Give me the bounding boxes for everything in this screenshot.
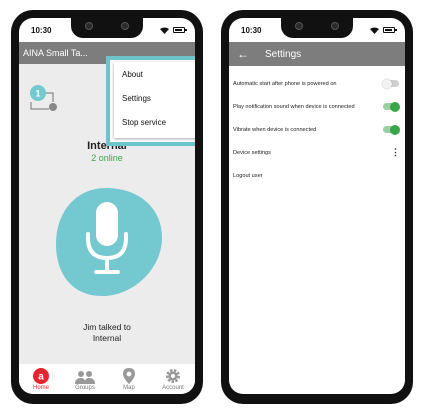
nav-home[interactable]: a Home bbox=[23, 368, 59, 391]
nav-map-label: Map bbox=[123, 385, 135, 391]
status-time: 10:30 bbox=[241, 25, 262, 35]
nav-account-label: Account bbox=[162, 385, 184, 391]
nav-map[interactable]: Map bbox=[111, 368, 147, 391]
last-talk-line: Jim talked to bbox=[83, 322, 131, 332]
notification-sound-toggle[interactable] bbox=[383, 101, 400, 112]
battery-icon bbox=[173, 27, 187, 33]
last-talk-channel: Internal bbox=[92, 333, 122, 343]
overflow-menu: About Settings Stop service bbox=[114, 62, 195, 138]
svg-text:1: 1 bbox=[35, 89, 40, 99]
channel-sync-icon[interactable]: 1 bbox=[29, 84, 59, 112]
menu-item-settings[interactable]: Settings bbox=[114, 86, 195, 110]
status-time: 10:30 bbox=[31, 25, 52, 35]
nav-groups-label: Groups bbox=[75, 385, 95, 391]
setting-notification-sound[interactable]: Play notification sound when device is c… bbox=[229, 95, 405, 118]
setting-label: Logout user bbox=[233, 172, 263, 179]
last-talk-info: Jim talked to Internal bbox=[19, 322, 195, 344]
groups-icon bbox=[75, 371, 95, 384]
settings-app-bar: ← Settings bbox=[229, 42, 405, 66]
vibrate-toggle[interactable] bbox=[383, 124, 400, 135]
auto-start-toggle[interactable] bbox=[382, 78, 399, 89]
camera-icon bbox=[121, 22, 129, 30]
battery-icon bbox=[383, 27, 397, 33]
bottom-navigation: a Home Groups Map Account bbox=[19, 364, 195, 394]
menu-item-about[interactable]: About bbox=[114, 62, 195, 86]
setting-device-settings[interactable]: Device settings ⋮ bbox=[229, 141, 405, 164]
map-pin-icon bbox=[123, 368, 135, 384]
menu-item-stop-service[interactable]: Stop service bbox=[114, 110, 195, 134]
gear-icon bbox=[166, 369, 180, 383]
camera-notch bbox=[281, 16, 353, 38]
setting-label: Play notification sound when device is c… bbox=[233, 103, 355, 110]
home-screen: 10:30 AINA Small Ta... 1 Internal 2 onli… bbox=[19, 18, 195, 394]
back-arrow-icon[interactable]: ← bbox=[237, 47, 259, 61]
phone-settings: 10:30 ← Settings Automatic start after p… bbox=[221, 10, 413, 404]
nav-home-label: Home bbox=[32, 385, 49, 391]
nav-account[interactable]: Account bbox=[155, 368, 191, 391]
online-count: 2 online bbox=[91, 153, 123, 163]
wifi-icon bbox=[370, 27, 379, 34]
more-vert-icon[interactable]: ⋮ bbox=[391, 148, 400, 157]
setting-label: Vibrate when device is connected bbox=[233, 126, 317, 133]
camera-icon bbox=[331, 22, 339, 30]
settings-list: Automatic start after phone is powered o… bbox=[229, 66, 405, 187]
page-title: Settings bbox=[265, 48, 302, 60]
camera-notch bbox=[71, 16, 143, 38]
settings-screen: 10:30 ← Settings Automatic start after p… bbox=[229, 18, 405, 394]
svg-text:a: a bbox=[38, 372, 44, 383]
setting-label: Automatic start after phone is powered o… bbox=[233, 80, 337, 87]
camera-icon bbox=[85, 22, 93, 30]
push-to-talk-button[interactable] bbox=[54, 186, 164, 298]
phone-home: 10:30 AINA Small Ta... 1 Internal 2 onli… bbox=[11, 10, 203, 404]
setting-vibrate[interactable]: Vibrate when device is connected bbox=[229, 118, 405, 141]
setting-auto-start[interactable]: Automatic start after phone is powered o… bbox=[229, 72, 405, 95]
aina-logo-icon: a bbox=[33, 368, 49, 384]
setting-label: Device settings bbox=[233, 149, 271, 156]
overflow-menu-highlight: About Settings Stop service bbox=[106, 56, 195, 146]
nav-groups[interactable]: Groups bbox=[67, 370, 103, 391]
app-title: AINA Small Ta... bbox=[23, 48, 88, 58]
wifi-icon bbox=[160, 27, 169, 34]
camera-icon bbox=[295, 22, 303, 30]
setting-logout[interactable]: Logout user bbox=[229, 164, 405, 187]
